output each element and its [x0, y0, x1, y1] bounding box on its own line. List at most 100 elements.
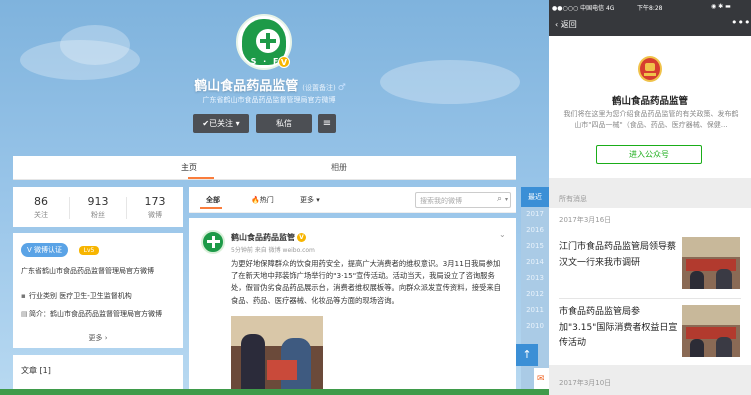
background-cloud	[380, 60, 520, 104]
message-date: 2017年3月10日	[559, 379, 612, 387]
profile-info-card: V 微博认证 Lv5 广东省鹤山市食品药品监督管理局官方微博 ▪ 行业类别 医疗卫…	[13, 233, 183, 348]
stat-followers[interactable]: 913 粉丝	[70, 195, 126, 220]
screenshot-root: S · FI V 鹤山食品药品监管 (设置备注) ♂ 广东省鹤山市食品药品监督管理局…	[0, 0, 751, 395]
image-region	[682, 237, 740, 257]
article-thumbnail[interactable]	[682, 237, 740, 289]
intro-text: 简介：鹤山市食品药品监督管理局官方微博	[29, 310, 162, 318]
industry-line: ▪ 行业类别 医疗卫生-卫生监督机构	[21, 291, 132, 301]
menu-icon[interactable]: ≡	[318, 114, 336, 133]
post-menu-chevron-icon[interactable]: ⌄	[499, 230, 506, 239]
all-messages-label: 所有消息	[559, 195, 587, 203]
profile-name: 鹤山食品药品监管	[194, 79, 299, 94]
stat-value: 86	[34, 195, 48, 208]
active-tab-indicator	[188, 177, 214, 179]
stat-value: 173	[144, 195, 166, 208]
stat-value: 913	[87, 195, 109, 208]
enter-account-button[interactable]: 进入公众号	[596, 145, 702, 164]
stat-posts[interactable]: 173 微博	[127, 195, 183, 220]
mail-icon: ✉	[537, 374, 545, 384]
feed-active-indicator	[200, 207, 222, 209]
weibo-verified-tag[interactable]: V 微博认证	[21, 243, 69, 257]
briefcase-icon: ▪	[21, 292, 26, 300]
profile-description: 广东省鹤山市食品药品监督管理局官方微博	[202, 96, 336, 104]
avatar-cross-icon	[256, 29, 280, 53]
account-description: 我们将在这里为您介绍食品药品监管的有关政策、发布鹤山市"四品一械"（食品、药品、…	[563, 110, 739, 129]
feed-search-input[interactable]: 搜索我的微博 ⌕ ▾	[415, 192, 511, 208]
article-title[interactable]: 江门市食品药品监管局领导蔡汉文一行来我市调研	[559, 240, 679, 271]
image-region	[690, 339, 704, 357]
post-text: 为更好地保障群众的饮食用药安全，提高广大消费者的维权意识。3月11日我局参加了在…	[231, 259, 501, 305]
timeline-year[interactable]: 2011	[521, 306, 549, 314]
national-emblem-icon	[638, 56, 662, 82]
image-region	[682, 305, 740, 325]
background-cloud	[60, 25, 130, 65]
image-region	[267, 360, 297, 380]
message-date: 2017年3月16日	[559, 216, 612, 224]
image-region	[690, 271, 704, 289]
intro-line: ▤简介：鹤山市食品药品监督管理局官方微博	[21, 309, 162, 319]
verify-text: 广东省鹤山市食品药品监督管理局官方微博	[21, 267, 154, 275]
feed-tab-hot-label: 热门	[259, 196, 274, 204]
stat-following[interactable]: 86 关注	[13, 195, 69, 220]
timeline-year[interactable]: 2015	[521, 242, 549, 250]
status-time: 下午8:28	[637, 5, 663, 12]
feed-tab-more[interactable]: 更多 ▾	[300, 195, 320, 205]
stats-card: 86 关注 913 粉丝 173 微博	[13, 187, 183, 227]
stat-label: 微博	[148, 211, 162, 219]
post-author-line: 鹤山食品药品监管 V	[231, 232, 306, 243]
more-options-icon[interactable]: •••	[731, 16, 750, 29]
timeline-year[interactable]: 2010	[521, 322, 549, 330]
feed-post: 鹤山食品药品监管 V 5分钟前 来自 微博 weibo.com ⌄ 为更好地保障群…	[189, 218, 516, 395]
set-remark-link[interactable]: (设置备注)	[302, 84, 335, 92]
tab-album[interactable]: 相册	[331, 162, 347, 173]
stats-row: 86 关注 913 粉丝 173 微博	[13, 187, 183, 227]
stat-label: 粉丝	[91, 211, 105, 219]
timeline-year[interactable]: 2017	[521, 210, 549, 218]
message-group: 2017年3月16日 江门市食品药品监管局领导蔡汉文一行来我市调研	[549, 208, 751, 302]
battery-icon: ◉ ✱ ▬	[711, 3, 731, 10]
wechat-phone-screen: ●●○○○ 中国电信 4G 下午8:28 ◉ ✱ ▬ ‹ 返回 ••• 鹤山食品…	[549, 0, 751, 395]
image-region	[716, 269, 732, 289]
gender-male-icon: ♂	[337, 83, 346, 93]
post-avatar[interactable]	[201, 230, 225, 254]
footer-decoration	[0, 389, 549, 395]
timeline-year[interactable]: 2012	[521, 290, 549, 298]
level-badge[interactable]: Lv5	[79, 246, 99, 255]
weibo-profile-page: S · FI V 鹤山食品药品监管 (设置备注) ♂ 广东省鹤山市食品药品监督管理局…	[0, 0, 549, 395]
tab-home[interactable]: 主页	[181, 162, 197, 173]
feed-tab-hot[interactable]: 🔥热门	[251, 195, 274, 205]
more-info-link[interactable]: 更多 ›	[13, 333, 183, 343]
timeline-year[interactable]: 2014	[521, 258, 549, 266]
profile-tab-bar: 主页 相册	[13, 156, 516, 180]
follow-button[interactable]: ✔已关注 ▾	[193, 114, 249, 133]
image-region	[241, 334, 265, 395]
carrier-signal: ●●○○○ 中国电信 4G	[552, 5, 615, 12]
verified-badge-icon: V	[297, 233, 306, 242]
message-button[interactable]: 私信	[256, 114, 312, 133]
timeline-latest[interactable]: 最近	[521, 187, 549, 207]
phone-status-bar: ●●○○○ 中国电信 4G 下午8:28 ◉ ✱ ▬	[549, 0, 751, 14]
verified-badge-icon: V	[278, 56, 290, 68]
search-icon[interactable]: ⌕	[497, 194, 502, 204]
article-thumbnail[interactable]	[682, 305, 740, 357]
timeline-year[interactable]: 2013	[521, 274, 549, 282]
feed-tab-all[interactable]: 全部	[206, 195, 220, 205]
profile-title-row: 鹤山食品药品监管 (设置备注) ♂	[170, 75, 370, 94]
industry-text: 行业类别 医疗卫生-卫生监督机构	[29, 292, 132, 300]
message-group: 市食品药品监管局参加"3.15"国际消费者权益日宣传活动	[549, 299, 751, 365]
post-author[interactable]: 鹤山食品药品监管	[231, 233, 295, 242]
phone-nav-bar: ‹ 返回 •••	[549, 14, 751, 36]
stat-label: 关注	[34, 211, 48, 219]
profile-card-icon: ▤	[21, 310, 28, 318]
articles-title[interactable]: 文章 [1]	[21, 365, 51, 376]
back-to-top-icon[interactable]: ↑	[516, 344, 538, 366]
account-name: 鹤山食品药品监管	[611, 96, 688, 107]
article-title[interactable]: 市食品药品监管局参加"3.15"国际消费者权益日宣传活动	[559, 305, 679, 352]
post-image[interactable]	[231, 316, 323, 395]
chevron-down-icon[interactable]: ▾	[505, 196, 508, 203]
back-button[interactable]: ‹ 返回	[555, 19, 577, 30]
timeline-year[interactable]: 2016	[521, 226, 549, 234]
post-time[interactable]: 5分钟前 来自 微博 weibo.com	[231, 245, 315, 254]
search-placeholder: 搜索我的微博	[420, 197, 462, 205]
image-region	[716, 337, 732, 357]
